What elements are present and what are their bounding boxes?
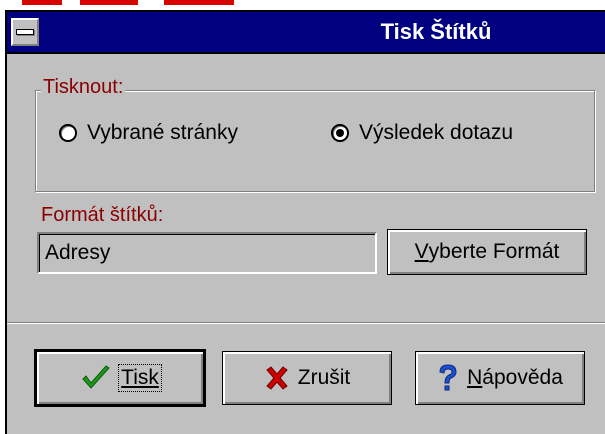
question-mark-icon — [437, 363, 459, 393]
radio-selected-pages-label: Vybrané stránky — [87, 121, 238, 144]
choose-format-accel: V — [414, 240, 429, 263]
button-separator — [7, 322, 605, 324]
window-title: Tisk Štítků — [380, 19, 492, 44]
radio-query-result[interactable]: Výsledek dotazu — [331, 121, 513, 145]
choose-format-button[interactable]: Vyberte Formát — [387, 229, 587, 275]
help-button-label: ápověda — [482, 366, 563, 389]
help-button[interactable]: Nápověda — [415, 351, 585, 405]
choose-format-label: yberte Formát — [428, 240, 560, 263]
cancel-button-label: Zrušit — [297, 366, 351, 389]
accent-segment — [22, 0, 62, 5]
x-mark-icon — [264, 365, 290, 391]
print-button[interactable]: Tisk — [35, 350, 205, 406]
accent-segment — [80, 0, 138, 5]
radio-selected-pages[interactable]: Vybrané stránky — [59, 121, 238, 145]
title-bar: Tisk Štítků — [7, 12, 605, 54]
label-format-label: Formát štítků: — [41, 204, 164, 226]
radio-checked-icon — [331, 124, 349, 142]
label-format-field[interactable]: Adresy — [37, 232, 377, 274]
cancel-button[interactable]: Zrušit — [222, 351, 392, 405]
top-accent-strip — [0, 0, 605, 10]
radio-query-result-label: Výsledek dotazu — [359, 121, 514, 144]
accent-segment — [164, 0, 234, 5]
system-menu-icon[interactable] — [11, 18, 39, 46]
system-menu-bar — [16, 29, 34, 35]
help-accel: N — [467, 366, 483, 389]
print-button-label: Tisk — [118, 364, 162, 392]
radio-unchecked-icon — [59, 124, 77, 142]
dialog-window: Tisk Štítků Tisknout: Vybrané stránky Vý… — [5, 10, 605, 434]
checkmark-icon — [80, 364, 112, 392]
print-group-label: Tisknout: — [41, 76, 126, 99]
